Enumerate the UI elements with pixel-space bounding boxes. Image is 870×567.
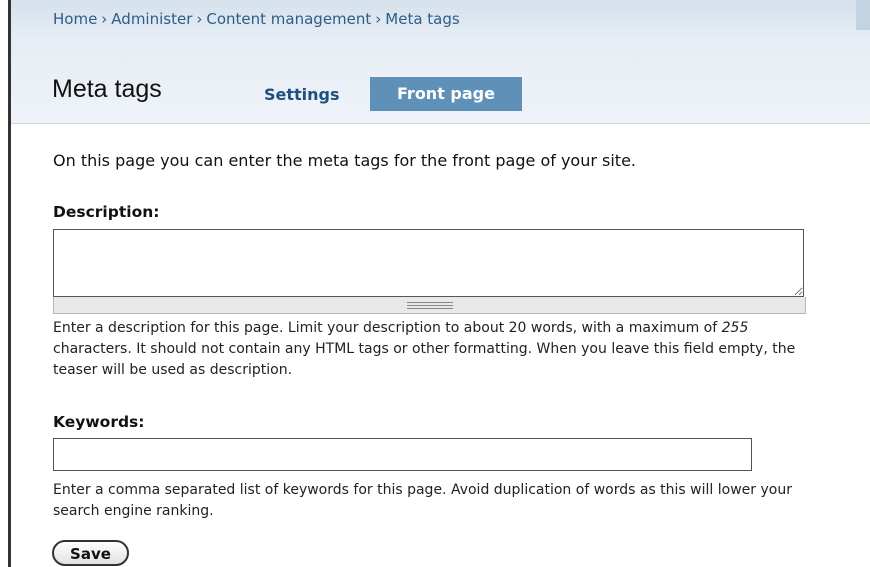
description-help-part2: characters. It should not contain any HT…: [53, 341, 796, 378]
header-right-edge: [856, 0, 870, 30]
breadcrumb-separator: ›: [196, 10, 203, 28]
breadcrumb-home-link[interactable]: Home: [53, 10, 97, 28]
description-help: Enter a description for this page. Limit…: [53, 318, 823, 381]
intro-text: On this page you can enter the meta tags…: [53, 151, 636, 170]
grip-lines-icon: [407, 302, 453, 309]
keywords-label: Keywords:: [53, 413, 145, 431]
breadcrumb: Home › Administer › Content management › Meta …: [53, 10, 460, 28]
description-help-part1: Enter a description for this page. Limit…: [53, 320, 722, 336]
keywords-help: Enter a comma separated list of keywords…: [53, 482, 792, 519]
tab-front-page[interactable]: Front page: [370, 77, 522, 111]
breadcrumb-content-management-link[interactable]: Content management: [206, 10, 371, 28]
description-label: Description:: [53, 203, 160, 221]
breadcrumb-separator: ›: [101, 10, 108, 28]
textarea-resize-handle[interactable]: [53, 297, 806, 314]
page-title: Meta tags: [52, 75, 162, 103]
breadcrumb-separator: ›: [375, 10, 382, 28]
tab-settings[interactable]: Settings: [264, 85, 340, 104]
save-button[interactable]: Save: [52, 540, 129, 566]
breadcrumb-meta-tags-link[interactable]: Meta tags: [385, 10, 459, 28]
page-frame: Home › Administer › Content management › Meta …: [0, 0, 870, 567]
keywords-input[interactable]: [53, 438, 752, 471]
description-textarea[interactable]: [53, 229, 804, 297]
breadcrumb-administer-link[interactable]: Administer: [111, 10, 192, 28]
description-help-max-chars: 255: [721, 320, 749, 336]
